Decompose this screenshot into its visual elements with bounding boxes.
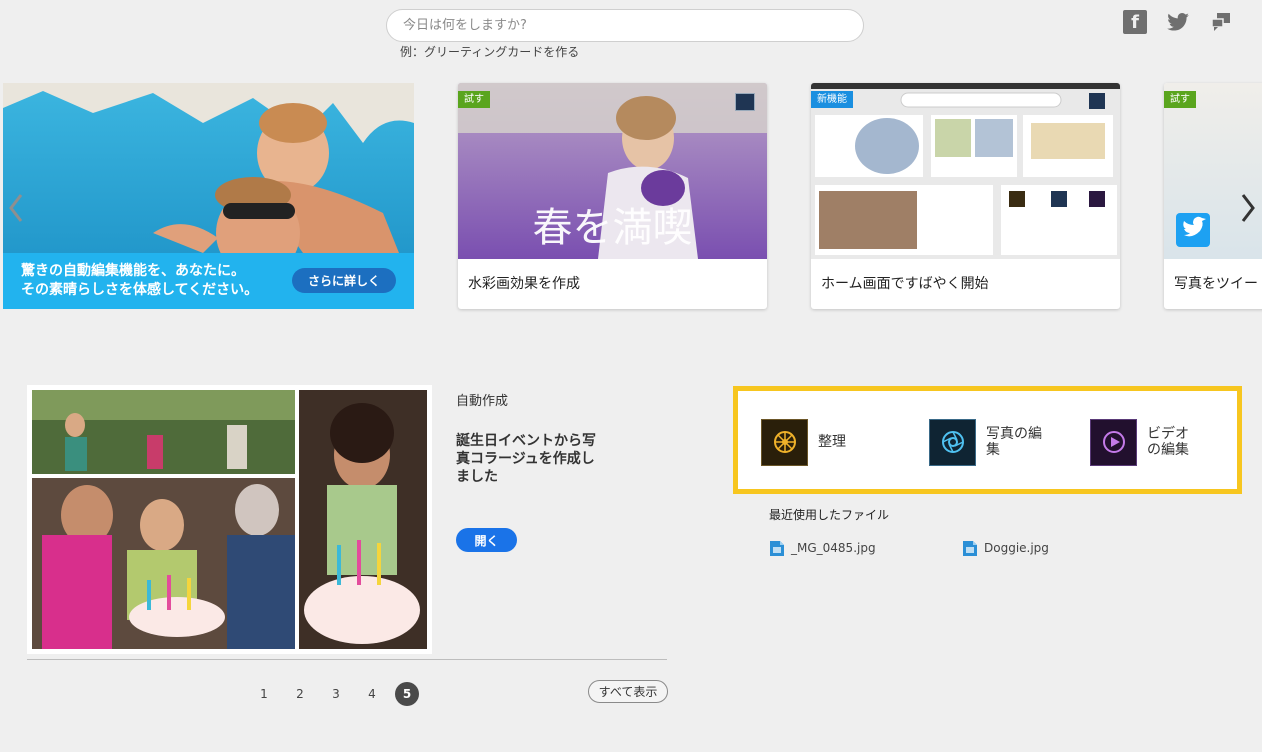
page-1[interactable]: 1 [252,682,276,706]
auto-creation-collage[interactable] [27,385,432,654]
card-label: ホーム画面ですばやく開始 [821,276,989,292]
image-file-icon [963,540,977,556]
open-button[interactable]: 開く [456,528,517,552]
try-badge: 試す [1164,91,1196,108]
recent-files-title: 最近使用したファイル [769,508,890,522]
card-label: 水彩画効果を作成 [468,276,580,292]
twitter-icon[interactable] [1166,10,1190,34]
auto-creation-description: 誕生日イベントから写真コラージュを作成しました [456,433,596,485]
hero-text-line1: 驚きの自動編集機能を、あなたに。 [21,263,245,279]
carousel-card-home[interactable]: 新機能 ホーム画面ですばやく開始 [811,83,1120,309]
carousel-card-watercolor[interactable]: 試す 春を満喫 水彩画効果を作成 [458,83,767,309]
learn-more-button[interactable]: さらに詳しく [292,268,396,293]
carousel-hero[interactable]: 驚きの自動編集機能を、あなたに。 その素晴らしさを体感してください。 さらに詳し… [3,83,414,309]
card-label: 写真をツイート [1174,276,1262,292]
photo-edit-label: 写真の編集 [986,426,1042,458]
page-5[interactable]: 5 [395,682,419,706]
video-edit-app[interactable]: ビデオの編集 [1090,417,1197,467]
watercolor-overlay-text: 春を満喫 [532,205,693,251]
photo-editor-icon [929,418,976,466]
image-file-icon [770,540,784,556]
organizer-icon [761,418,808,466]
carousel-next-arrow[interactable] [1236,188,1260,228]
search-input[interactable] [387,10,863,41]
carousel-prev-arrow[interactable] [4,188,28,228]
collage-image [27,385,432,654]
page-4[interactable]: 4 [360,682,384,706]
share-icon[interactable] [1209,10,1233,34]
auto-creation-title: 自動作成 [456,394,509,409]
home-screen-image [811,83,1120,259]
facebook-icon[interactable]: f [1123,10,1147,34]
video-edit-label: ビデオの編集 [1147,426,1189,458]
show-all-button[interactable]: すべて表示 [588,680,668,703]
video-editor-icon [1090,418,1137,466]
organize-label: 整理 [818,434,846,450]
search-example: 例：グリーティングカードを作る [400,45,580,59]
divider [27,659,667,660]
app-launcher: 整理 写真の編集 ビデオの編集 [733,386,1242,494]
organize-app[interactable]: 整理 [761,417,846,467]
page-3[interactable]: 3 [324,682,348,706]
recent-file-name: Doggie.jpg [984,541,1049,555]
page-2[interactable]: 2 [288,682,312,706]
hero-text: 驚きの自動編集機能を、あなたに。 その素晴らしさを体感してください。 [21,262,258,300]
recent-file-name: _MG_0485.jpg [791,541,876,555]
search-box[interactable] [386,9,864,42]
try-badge: 試す [458,91,490,108]
new-feature-badge: 新機能 [811,91,853,108]
photo-edit-app[interactable]: 写真の編集 [929,417,1046,467]
tweet-image [1164,83,1262,259]
recent-file-item[interactable]: Doggie.jpg [962,539,1049,557]
app-icon [735,93,755,111]
recent-file-item[interactable]: _MG_0485.jpg [769,539,876,557]
hero-text-line2: その素晴らしさを体感してください。 [21,282,259,298]
